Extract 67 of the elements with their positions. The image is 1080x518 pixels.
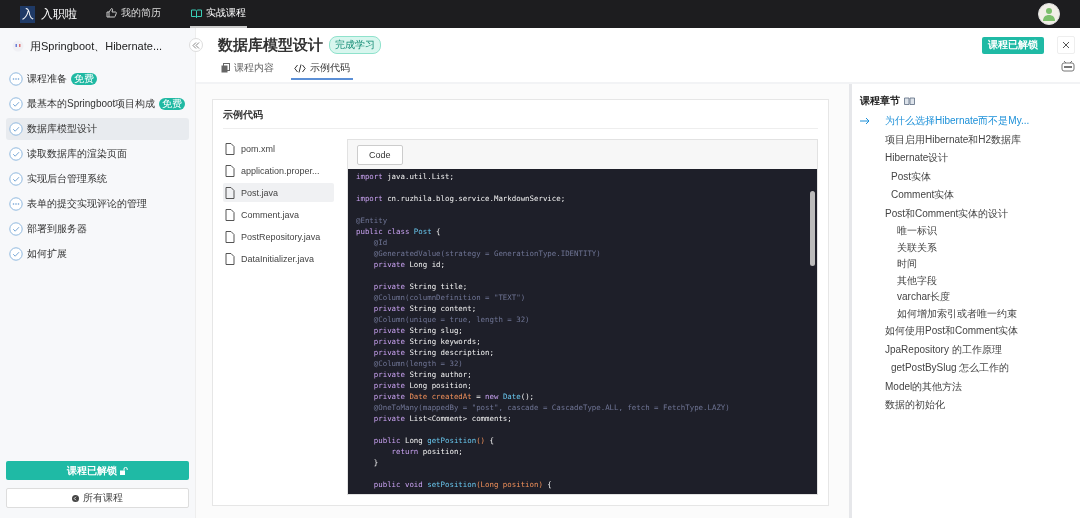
toc-link[interactable]: Model的其他方法 bbox=[860, 377, 1080, 396]
tab[interactable]: 示例代码 bbox=[291, 58, 353, 80]
avatar[interactable] bbox=[1038, 3, 1060, 25]
file-item[interactable]: Comment.java bbox=[223, 205, 334, 224]
toc-link[interactable]: Hibernate设计 bbox=[860, 149, 1080, 168]
file-icon bbox=[225, 142, 235, 155]
all-courses-button[interactable]: 所有课程 bbox=[6, 488, 189, 508]
card-title: 示例代码 bbox=[223, 108, 818, 129]
logo-mark[interactable]: 入 bbox=[20, 5, 35, 23]
scrollbar[interactable] bbox=[810, 191, 815, 266]
free-badge: 免费 bbox=[159, 98, 186, 110]
toc-link[interactable]: 唯一标识 bbox=[860, 223, 1080, 240]
chevrons-left-icon bbox=[192, 41, 200, 49]
unlock-icon bbox=[120, 466, 128, 475]
toc-link[interactable]: 关联关系 bbox=[860, 239, 1080, 256]
toc-link[interactable]: getPostBySlug 怎么工作的 bbox=[860, 359, 1080, 378]
file-icon bbox=[225, 164, 235, 177]
course-title: 用Springboot、Hibernate... bbox=[30, 38, 163, 54]
file-item[interactable]: PostRepository.java bbox=[223, 227, 334, 246]
file-item[interactable]: Post.java bbox=[223, 183, 334, 202]
toc-link[interactable]: 数据的初始化 bbox=[860, 396, 1080, 415]
toc-link[interactable]: Comment实体 bbox=[860, 186, 1080, 205]
toc-link[interactable]: 如何使用Post和Comment实体 bbox=[860, 322, 1080, 341]
file-icon bbox=[225, 252, 235, 265]
toc-link[interactable]: 其他字段 bbox=[860, 272, 1080, 289]
arrow-right-icon bbox=[860, 117, 870, 125]
code-icon bbox=[294, 63, 306, 73]
toc-link[interactable]: JpaRepository 的工作原理 bbox=[860, 340, 1080, 359]
nav-link[interactable]: 我的简历 bbox=[105, 0, 162, 28]
toc-link[interactable]: 时间 bbox=[860, 256, 1080, 273]
lesson-item[interactable]: 最基本的Springboot项目构成 免费 bbox=[6, 93, 189, 115]
lesson-item[interactable]: 表单的提交实现评论的管理 bbox=[6, 193, 189, 215]
toc-link[interactable]: 项目启用Hibernate和H2数据库 bbox=[860, 130, 1080, 149]
toc-title: 课程章节 bbox=[860, 94, 900, 108]
open-book-icon bbox=[191, 8, 202, 18]
lesson-item[interactable]: 课程准备 免费 bbox=[6, 68, 189, 90]
file-icon bbox=[225, 208, 235, 221]
lesson-item[interactable]: 部署到服务器 bbox=[6, 218, 189, 240]
book-icon bbox=[904, 97, 915, 105]
documents-icon bbox=[221, 63, 230, 73]
file-item[interactable]: application.proper... bbox=[223, 161, 334, 180]
toc-link[interactable]: 为什么选择Hibernate而不是My... bbox=[860, 112, 1080, 131]
back-circle-icon bbox=[72, 494, 79, 502]
lesson-title: 数据库模型设计 bbox=[218, 35, 323, 55]
code-button[interactable]: Code bbox=[357, 145, 403, 165]
toc-link[interactable]: varchar长度 bbox=[860, 289, 1080, 306]
lesson-item[interactable]: 实现后台管理系统 bbox=[6, 168, 189, 190]
file-icon bbox=[225, 230, 235, 243]
toc-link[interactable]: 如何增加索引或者唯一约束 bbox=[860, 305, 1080, 322]
toc-link[interactable]: Post实体 bbox=[860, 167, 1080, 186]
nav-link[interactable]: 实战课程 bbox=[190, 0, 247, 28]
close-button[interactable] bbox=[1057, 36, 1075, 54]
file-icon bbox=[225, 186, 235, 199]
close-icon bbox=[1062, 41, 1070, 49]
robot-icon[interactable] bbox=[1061, 60, 1075, 73]
course-icon bbox=[12, 40, 24, 52]
file-item[interactable]: pom.xml bbox=[223, 139, 334, 158]
lesson-item[interactable]: 读取数据库的渲染页面 bbox=[6, 143, 189, 165]
free-badge: 免费 bbox=[71, 73, 97, 85]
file-item[interactable]: DataInitializer.java bbox=[223, 249, 334, 268]
toc-link[interactable]: Post和Comment实体的设计 bbox=[860, 204, 1080, 223]
completed-badge: 完成学习 bbox=[329, 36, 381, 54]
logo-text[interactable]: 入职啦 bbox=[41, 5, 77, 23]
tab[interactable]: 课程内容 bbox=[218, 58, 277, 80]
thumbs-up-icon bbox=[106, 8, 117, 18]
lesson-item[interactable]: 数据库模型设计 bbox=[6, 118, 189, 140]
lesson-item[interactable]: 如何扩展 bbox=[6, 243, 189, 265]
